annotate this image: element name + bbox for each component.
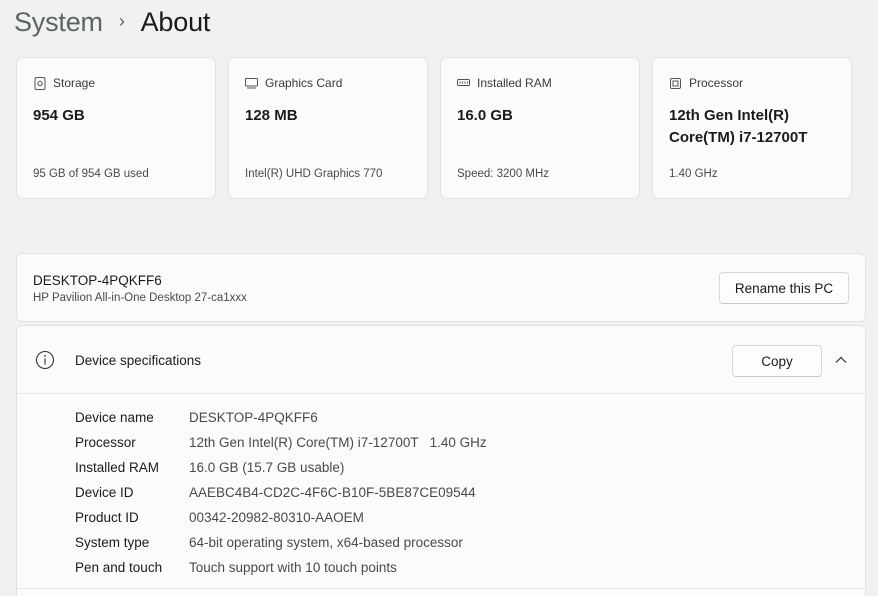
copy-button[interactable]: Copy	[732, 345, 822, 377]
graphics-card-card: Graphics Card 128 MB Intel(R) UHD Graphi…	[228, 57, 428, 199]
card-value: 16.0 GB	[457, 107, 513, 124]
card-value: 954 GB	[33, 107, 85, 124]
spec-rows: Device name DESKTOP-4PQKFF6 Processor 12…	[75, 405, 487, 580]
spec-label: Pen and touch	[75, 560, 163, 575]
card-title: Installed RAM	[477, 76, 552, 90]
spec-row-pen-and-touch: Pen and touch Touch support with 10 touc…	[75, 555, 487, 580]
card-header: Installed RAM	[457, 76, 552, 90]
card-header: Storage	[33, 76, 95, 90]
graphics-card-icon	[245, 77, 258, 90]
processor-icon	[669, 77, 682, 90]
breadcrumb-system-link[interactable]: System	[14, 7, 103, 38]
card-title: Graphics Card	[265, 76, 343, 90]
device-specifications-header[interactable]: Device specifications Copy	[17, 326, 865, 394]
pc-name: DESKTOP-4PQKFF6	[33, 273, 162, 288]
spec-value: 64-bit operating system, x64-based proce…	[189, 535, 463, 550]
spec-row-product-id: Product ID 00342-20982-80310-AAOEM	[75, 505, 487, 530]
spec-value: AAEBC4B4-CD2C-4F6C-B10F-5BE87CE09544	[189, 485, 476, 500]
pc-name-panel: DESKTOP-4PQKFF6 HP Pavilion All-in-One D…	[16, 253, 866, 322]
card-subtitle: Speed: 3200 MHz	[457, 168, 550, 180]
spec-row-device-id: Device ID AAEBC4B4-CD2C-4F6C-B10F-5BE87C…	[75, 480, 487, 505]
spec-value: 00342-20982-80310-AAOEM	[189, 510, 364, 525]
card-title: Processor	[689, 76, 744, 90]
storage-card: Storage 954 GB 95 GB of 954 GB used	[16, 57, 216, 199]
spec-row-system-type: System type 64-bit operating system, x64…	[75, 530, 487, 555]
breadcrumb-chevron-icon: ›	[118, 10, 125, 31]
card-subtitle: Intel(R) UHD Graphics 770	[245, 168, 383, 180]
spec-label: Device ID	[75, 485, 134, 500]
spec-row-processor: Processor 12th Gen Intel(R) Core(TM) i7-…	[75, 430, 487, 455]
card-header: Graphics Card	[245, 76, 342, 90]
info-icon	[35, 350, 55, 370]
page-title: About	[140, 6, 211, 37]
chevron-up-icon[interactable]	[832, 351, 850, 369]
card-value: 12th Gen Intel(R) Core(TM) i7-12700T	[669, 107, 808, 146]
spec-label: Device name	[75, 410, 154, 425]
spec-label: Installed RAM	[75, 460, 160, 475]
breadcrumb: System › About	[14, 2, 210, 42]
rename-pc-button[interactable]: Rename this PC	[719, 272, 849, 304]
device-specifications-panel: Device specifications Copy Device name D…	[16, 325, 866, 596]
spec-label: Processor	[75, 435, 136, 450]
card-subtitle: 95 GB of 954 GB used	[33, 168, 149, 180]
spec-value: Touch support with 10 touch points	[189, 560, 397, 575]
storage-icon	[33, 76, 46, 90]
spec-row-installed-ram: Installed RAM 16.0 GB (15.7 GB usable)	[75, 455, 487, 480]
spec-row-device-name: Device name DESKTOP-4PQKFF6	[75, 405, 487, 430]
card-header: Processor	[669, 76, 743, 90]
spec-label: Product ID	[75, 510, 139, 525]
divider	[17, 588, 865, 589]
card-subtitle: 1.40 GHz	[669, 168, 718, 180]
ram-icon	[457, 77, 470, 90]
card-title: Storage	[53, 76, 96, 90]
spec-value: 12th Gen Intel(R) Core(TM) i7-12700T 1.4…	[189, 435, 487, 450]
device-specifications-title: Device specifications	[75, 353, 202, 368]
pc-model: HP Pavilion All-in-One Desktop 27-ca1xxx	[33, 292, 247, 304]
installed-ram-card: Installed RAM 16.0 GB Speed: 3200 MHz	[440, 57, 640, 199]
spec-value: 16.0 GB (15.7 GB usable)	[189, 460, 345, 475]
processor-card: Processor 12th Gen Intel(R) Core(TM) i7-…	[652, 57, 852, 199]
about-page: System › About Storage 954 GB 95 GB of 9…	[0, 0, 878, 596]
spec-label: System type	[75, 535, 150, 550]
spec-value: DESKTOP-4PQKFF6	[189, 410, 318, 425]
card-value: 128 MB	[245, 107, 298, 124]
